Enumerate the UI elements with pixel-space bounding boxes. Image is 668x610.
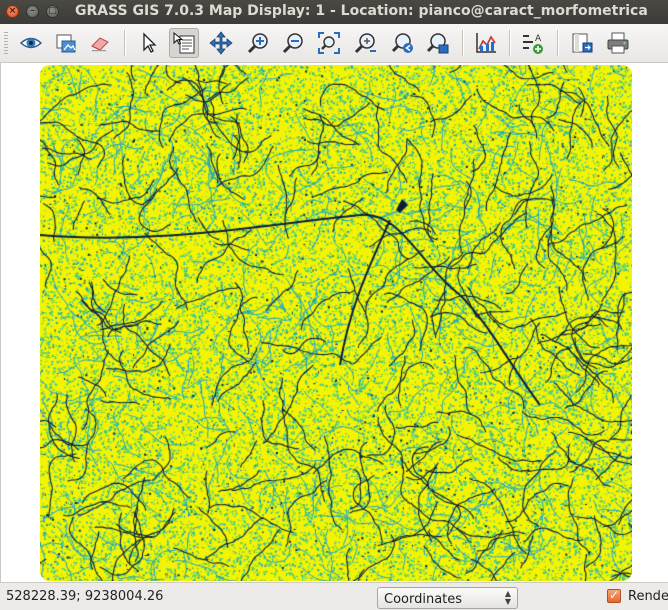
erase-display-button[interactable] bbox=[85, 28, 115, 58]
zoom-in-icon bbox=[247, 33, 268, 54]
pointer-icon bbox=[143, 32, 157, 53]
save-image-icon bbox=[572, 33, 593, 53]
pan-button[interactable] bbox=[206, 28, 236, 58]
minimize-icon: – bbox=[30, 6, 35, 16]
zoom-options-icon bbox=[354, 33, 376, 54]
window-maximize-button[interactable]: □ bbox=[46, 5, 59, 18]
zoom-out-icon bbox=[282, 33, 303, 54]
render-checkbox[interactable]: ✓ bbox=[607, 588, 621, 603]
spin-arrows-icon: ▲ ▼ bbox=[504, 589, 511, 606]
statusbar-mode-select[interactable]: Coordinates ▲ ▼ bbox=[377, 587, 518, 609]
pan-icon bbox=[209, 31, 233, 55]
close-icon: × bbox=[8, 6, 17, 16]
render-map-icon bbox=[56, 34, 76, 53]
query-icon bbox=[173, 31, 195, 54]
zoom-region-icon bbox=[426, 33, 449, 54]
maximize-icon: □ bbox=[48, 6, 57, 16]
checkmark-icon: ✓ bbox=[609, 588, 620, 602]
status-bar: 528228.39; 9238004.26 Coordinates ▲ ▼ ✓ R… bbox=[0, 582, 668, 610]
display-map-button[interactable] bbox=[16, 28, 46, 58]
toolbar-separator bbox=[509, 30, 511, 56]
render-map-button[interactable] bbox=[51, 28, 81, 58]
window-title: GRASS GIS 7.0.3 Map Display: 1 - Locatio… bbox=[75, 3, 648, 19]
svg-text:A: A bbox=[535, 34, 542, 44]
toolbar-grip[interactable] bbox=[4, 32, 8, 54]
decoration-icon: A bbox=[523, 34, 543, 54]
map-toolbar: A bbox=[0, 24, 668, 63]
coordinates-readout: 528228.39; 9238004.26 bbox=[6, 589, 164, 604]
title-bar: × – □ GRASS GIS 7.0.3 Map Display: 1 - L… bbox=[0, 0, 668, 24]
zoom-back-button[interactable] bbox=[388, 28, 418, 58]
toolbar-separator bbox=[124, 30, 126, 56]
query-button[interactable] bbox=[169, 28, 199, 58]
drainage-raster bbox=[40, 65, 632, 581]
map-canvas[interactable] bbox=[0, 63, 668, 582]
zoom-out-button[interactable] bbox=[279, 28, 309, 58]
zoom-region-button[interactable] bbox=[423, 28, 453, 58]
zoom-in-button[interactable] bbox=[244, 28, 274, 58]
analyze-icon bbox=[476, 33, 496, 53]
analyze-button[interactable] bbox=[471, 28, 501, 58]
eye-icon bbox=[19, 37, 43, 49]
print-icon bbox=[607, 32, 629, 54]
window-close-button[interactable]: × bbox=[6, 5, 19, 18]
toolbar-separator bbox=[557, 30, 559, 56]
zoom-extent-icon bbox=[318, 32, 340, 54]
add-decoration-button[interactable]: A bbox=[518, 28, 548, 58]
pointer-button[interactable] bbox=[134, 28, 164, 58]
render-label: Rende bbox=[628, 589, 668, 604]
raster-map-layer bbox=[40, 65, 632, 581]
save-image-button[interactable] bbox=[567, 28, 597, 58]
print-button[interactable] bbox=[603, 28, 633, 58]
select-value: Coordinates bbox=[384, 592, 463, 607]
zoom-extent-button[interactable] bbox=[314, 28, 344, 58]
eraser-icon bbox=[91, 37, 109, 52]
window-minimize-button[interactable]: – bbox=[26, 5, 39, 18]
toolbar-separator bbox=[462, 30, 464, 56]
zoom-back-icon bbox=[391, 33, 413, 53]
zoom-options-button[interactable] bbox=[351, 28, 381, 58]
